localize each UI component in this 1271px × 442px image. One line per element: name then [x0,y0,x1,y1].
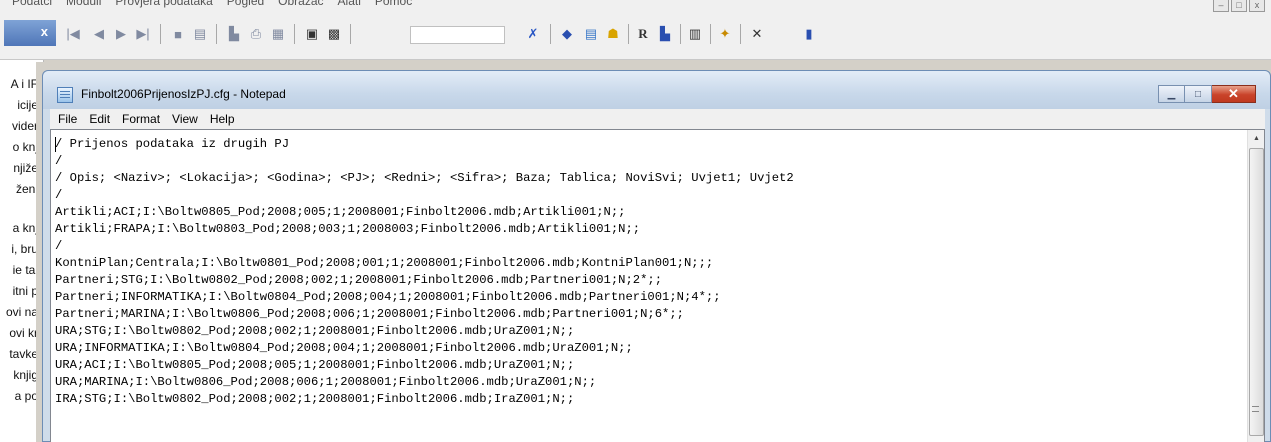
bg-menu-item[interactable]: Pomoć [375,0,412,8]
text-line: URA;MARINA;I:\Boltw0806_Pod;2008;006;1;2… [55,375,597,389]
notepad-text-area[interactable]: / Prijenos podataka iz drugih PJ / / Opis;… [50,129,1265,442]
toolbar-separator [350,24,351,44]
text-line: URA;ACI;I:\Boltw0805_Pod;2008;005;1;2008… [55,358,575,372]
scrollbar-grip-icon [1252,406,1259,412]
background-window-controls: – □ x [1213,0,1265,12]
background-menubar: Podatci Moduli Provjera podataka Pogled Obra… [0,0,1271,16]
bg-menu-item[interactable]: Alati [338,0,361,8]
toolbar-separator [294,24,295,44]
text-line: / Prijenos podataka iz drugih PJ [55,137,290,151]
text-line: URA;STG;I:\Boltw0802_Pod;2008;002;1;2008… [55,324,575,338]
close-tab-button[interactable]: x [4,20,56,46]
scrollbar-thumb[interactable] [1249,148,1264,436]
toolbar-separator [628,24,629,44]
report-r-icon[interactable]: R [634,24,652,44]
text-line: Artikli;FRAPA;I:\Boltw0803_Pod;2008;003;… [55,222,641,236]
bg-menu-item[interactable]: Pogled [227,0,264,8]
edit-record-icon[interactable]: ▤ [192,24,208,44]
maximize-icon: □ [1194,88,1202,100]
toolbar-separator [216,24,217,44]
report-icon[interactable]: ▦ [270,24,286,44]
notepad-window: Finbolt2006PrijenosIzPJ.cfg - Notepad ▁ … [42,70,1271,442]
new-record-icon[interactable]: ■ [170,24,186,44]
toolbar-separator [680,24,681,44]
bg-menu-item[interactable]: Podatci [12,0,52,8]
toolbar-search-input[interactable] [410,26,505,44]
notepad-title-bar[interactable]: Finbolt2006PrijenosIzPJ.cfg - Notepad ▁ … [43,71,1270,109]
toolbar-separator [740,24,741,44]
menu-help[interactable]: Help [204,112,241,126]
save-icon[interactable]: ▣ [304,24,320,44]
building-icon[interactable]: ▥ [686,24,704,44]
first-record-icon[interactable]: |◀ [66,24,80,44]
text-line: / [55,154,63,168]
toolbar-separator [160,24,161,44]
exit-icon[interactable]: ▮ [800,24,818,44]
window-controls: ▁ □ ✕ [1158,85,1256,103]
notepad-icon [57,87,73,103]
notepad-menubar: File Edit Format View Help [50,109,1265,129]
print-icon[interactable]: ⎙ [248,24,264,44]
wand-icon[interactable]: ✦ [716,24,734,44]
bg-maximize-button[interactable]: □ [1231,0,1247,12]
bg-menu-item[interactable]: Provjera podataka [115,0,212,8]
previous-record-icon[interactable]: ◀ [92,24,106,44]
bg-close-button[interactable]: x [1249,0,1265,12]
next-record-icon[interactable]: ▶ [114,24,128,44]
menu-view[interactable]: View [166,112,204,126]
minimize-button[interactable]: ▁ [1158,85,1185,103]
grid-icon[interactable]: ▤ [582,24,600,44]
maximize-button[interactable]: □ [1185,85,1212,103]
toolbar-separator [550,24,551,44]
toolbar-separator [710,24,711,44]
minimize-icon: ▁ [1167,88,1176,100]
bg-minimize-button[interactable]: – [1213,0,1229,12]
menu-format[interactable]: Format [116,112,166,126]
preview-icon[interactable]: ▙ [226,24,242,44]
chart-icon[interactable]: ▙ [656,24,674,44]
filter-icon[interactable]: ✗ [524,24,542,44]
vertical-scrollbar[interactable]: ▲ [1247,130,1264,442]
text-line: / Opis; <Naziv>; <Lokacija>; <Godina>; <… [55,171,794,185]
bg-menu-item[interactable]: Obrazac [278,0,323,8]
menu-edit[interactable]: Edit [83,112,116,126]
notepad-text-content[interactable]: / Prijenos podataka iz drugih PJ / / Opis;… [55,136,1225,408]
settings-tools-icon[interactable]: ✕ [748,24,766,44]
background-menu-items: Podatci Moduli Provjera podataka Pogled Obra… [12,0,412,8]
text-line: Partneri;MARINA;I:\Boltw0806_Pod;2008;00… [55,307,684,321]
text-line: Partneri;INFORMATIKA;I:\Boltw0804_Pod;20… [55,290,721,304]
tools-icon[interactable]: ◆ [558,24,576,44]
text-line: / [55,239,63,253]
text-line: Partneri;STG;I:\Boltw0802_Pod;2008;002;1… [55,273,663,287]
text-line: IRA;STG;I:\Boltw0802_Pod;2008;002;1;2008… [55,392,575,406]
menu-file[interactable]: File [52,112,83,126]
background-toolbar: x |◀ ◀ ▶ ▶| ■ ▤ ▙ ⎙ ▦ ▣ ▩ ✗ ◆ ▤ ☗ R ▙ ▥ … [0,16,1271,60]
notepad-title: Finbolt2006PrijenosIzPJ.cfg - Notepad [81,87,286,101]
close-button[interactable]: ✕ [1212,85,1256,103]
save-all-icon[interactable]: ▩ [326,24,342,44]
scroll-up-arrow-icon[interactable]: ▲ [1248,130,1264,147]
text-line: / [55,188,63,202]
last-record-icon[interactable]: ▶| [136,24,150,44]
text-line: Artikli;ACI;I:\Boltw0805_Pod;2008;005;1;… [55,205,626,219]
close-icon: ✕ [1228,86,1239,101]
text-line: KontniPlan;Centrala;I:\Boltw0801_Pod;200… [55,256,714,270]
users-icon[interactable]: ☗ [604,24,622,44]
bg-menu-item[interactable]: Moduli [66,0,101,8]
text-line: URA;INFORMATIKA;I:\Boltw0804_Pod;2008;00… [55,341,633,355]
